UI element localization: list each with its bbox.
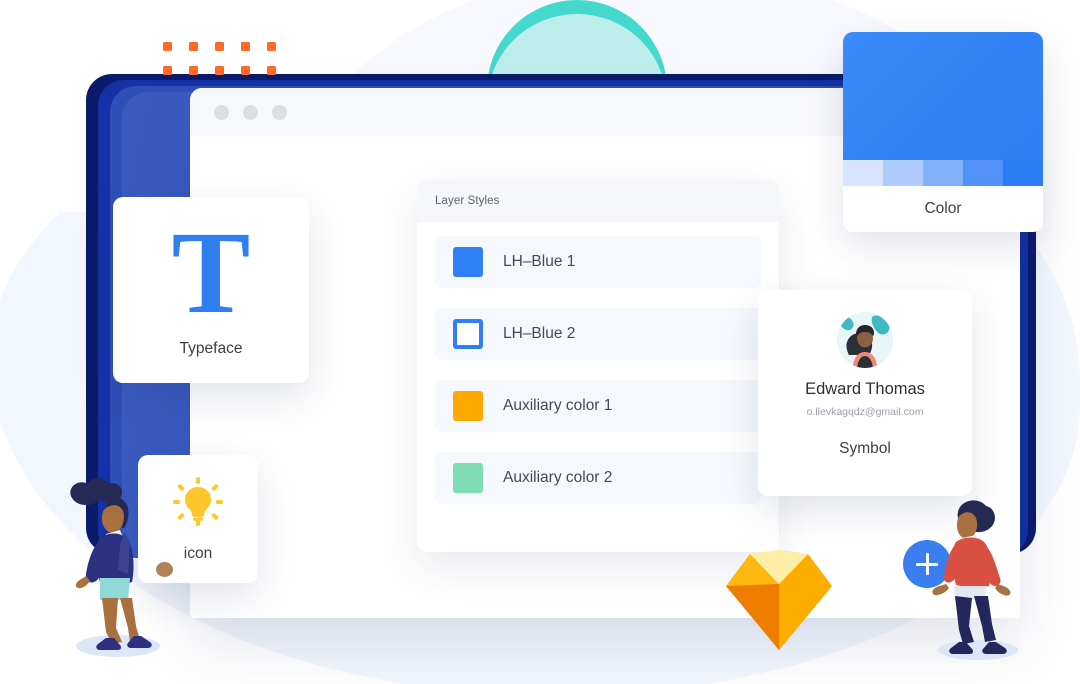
avatar (837, 312, 893, 368)
layer-row[interactable]: Auxiliary color 1 (435, 380, 761, 432)
layer-styles-list: LH–Blue 1 LH–Blue 2 Auxiliary color 1 Auxil… (417, 222, 779, 504)
color-card-caption-wrap: Color (843, 186, 1043, 232)
typeface-glyph: T (171, 207, 251, 339)
dot (215, 66, 224, 75)
person-name: Edward Thomas (805, 380, 925, 398)
color-main-swatch (843, 32, 1043, 160)
layer-styles-panel: Layer Styles LH–Blue 1 LH–Blue 2 Auxiliary… (417, 180, 779, 552)
dot (267, 42, 276, 51)
person-email: o.llevkagqdz@gmail.com (806, 406, 924, 418)
palette-swatch[interactable] (843, 160, 883, 186)
dot (189, 66, 198, 75)
layer-row-label: LH–Blue 1 (503, 253, 576, 270)
palette-swatch[interactable] (883, 160, 923, 186)
dot (163, 42, 172, 51)
palette-swatch[interactable] (1003, 160, 1043, 186)
layer-row-label: LH–Blue 2 (503, 325, 576, 342)
layer-row[interactable]: LH–Blue 1 (435, 236, 761, 288)
layer-row[interactable]: Auxiliary color 2 (435, 452, 761, 504)
palette-swatch[interactable] (963, 160, 1003, 186)
typeface-card[interactable]: T Typeface (113, 197, 309, 383)
palette-swatch[interactable] (923, 160, 963, 186)
color-card[interactable]: Color (843, 32, 1043, 232)
layer-row-label: Auxiliary color 2 (503, 469, 613, 486)
sketch-diamond-logo (724, 548, 834, 657)
dot (163, 66, 172, 75)
orange-dot-grid (163, 42, 293, 90)
typeface-card-caption: Typeface (179, 339, 243, 357)
color-card-caption: Color (924, 200, 962, 217)
dot (241, 66, 250, 75)
decorative-brown-dot (156, 562, 173, 577)
lightbulb-icon (172, 476, 224, 533)
symbol-card-caption: Symbol (839, 440, 891, 457)
dot (241, 42, 250, 51)
close-dot[interactable] (214, 104, 229, 120)
icon-card-caption: icon (183, 544, 213, 562)
minimize-dot[interactable] (243, 104, 258, 120)
symbol-card[interactable]: Edward Thomas o.llevkagqdz@gmail.com Sym… (758, 290, 972, 496)
layer-row[interactable]: LH–Blue 2 (435, 308, 761, 360)
dot (215, 42, 224, 51)
layer-styles-header: Layer Styles (417, 180, 779, 222)
swatch-auxiliary-1[interactable] (453, 391, 483, 421)
illustration-scene: Layer Styles LH–Blue 1 LH–Blue 2 Auxiliary… (0, 0, 1080, 684)
dot (267, 66, 276, 75)
walking-man-illustration (928, 492, 1034, 667)
panel-title: Layer Styles (435, 195, 500, 207)
layer-row-label: Auxiliary color 1 (503, 397, 613, 414)
color-palette-strip (843, 160, 1043, 186)
swatch-auxiliary-2[interactable] (453, 463, 483, 493)
dot (189, 42, 198, 51)
swatch-lh-blue-2[interactable] (453, 319, 483, 349)
swatch-lh-blue-1[interactable] (453, 247, 483, 277)
maximize-dot[interactable] (272, 104, 287, 120)
